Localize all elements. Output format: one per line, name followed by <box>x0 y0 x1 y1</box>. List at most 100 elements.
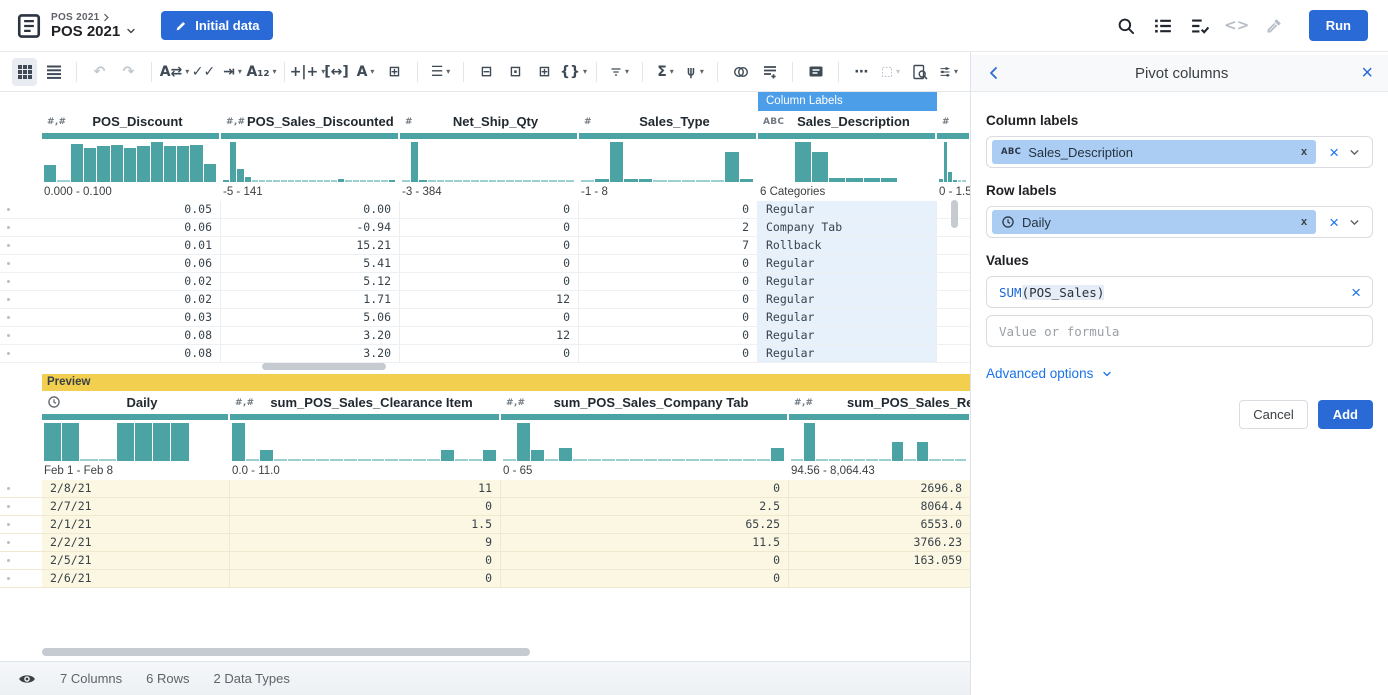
cell[interactable]: 11.5 <box>501 534 789 551</box>
cell[interactable]: 5.41 <box>221 255 400 272</box>
column-labels-chip[interactable]: ABC Sales_Description x <box>992 140 1316 164</box>
cell[interactable]: 0.03 <box>42 309 221 326</box>
values-formula-input[interactable]: SUM(POS_Sales) × <box>986 276 1373 308</box>
cell[interactable]: 2 <box>579 219 758 236</box>
cell[interactable]: 5.12 <box>221 273 400 290</box>
column-header-sum_POS_Sales_Clearance Item[interactable]: #,#sum_POS_Sales_Clearance Item0.0 - 11.… <box>230 391 501 480</box>
unpivot-columns-button[interactable]: ⊟ <box>474 58 499 86</box>
column-header-sum_POS_Sales_Company Tab[interactable]: #,#sum_POS_Sales_Company Tab0 - 65 <box>501 391 789 480</box>
row-handle[interactable] <box>0 516 42 533</box>
insert-column-button[interactable]: ⊞ <box>382 58 407 86</box>
cell[interactable]: 0 <box>579 273 758 290</box>
panel-back-button[interactable] <box>986 65 1002 81</box>
row-handle[interactable] <box>0 309 42 326</box>
format-values-button[interactable]: A▾ <box>353 58 378 86</box>
cell[interactable] <box>937 327 970 344</box>
cell[interactable]: Regular <box>758 309 937 326</box>
union-data-button[interactable] <box>728 58 753 86</box>
cell[interactable]: Regular <box>758 291 937 308</box>
cell[interactable]: 0.06 <box>42 255 221 272</box>
cell[interactable]: 3766.23 <box>789 534 970 551</box>
cell[interactable]: 0 <box>400 201 579 218</box>
row-handle[interactable] <box>0 570 42 587</box>
cell[interactable]: 0.00 <box>221 201 400 218</box>
cell[interactable]: 0 <box>501 570 789 587</box>
cell[interactable]: 1.71 <box>221 291 400 308</box>
cell[interactable] <box>937 255 970 272</box>
cell[interactable]: 2/6/21 <box>42 570 230 587</box>
cell[interactable]: 3.20 <box>221 345 400 362</box>
cell[interactable]: 0.08 <box>42 345 221 362</box>
cell[interactable]: Regular <box>758 327 937 344</box>
cell[interactable]: 1.5 <box>230 516 501 533</box>
initial-data-button[interactable]: Initial data <box>161 11 272 40</box>
cell[interactable]: Company Tab <box>758 219 937 236</box>
cell[interactable]: 2/1/21 <box>42 516 230 533</box>
cell[interactable]: 9 <box>230 534 501 551</box>
cell[interactable]: 0 <box>230 552 501 569</box>
cell[interactable]: 0.06 <box>42 219 221 236</box>
cell[interactable] <box>937 345 970 362</box>
cell[interactable]: 2/5/21 <box>42 552 230 569</box>
row-handle[interactable] <box>0 534 42 551</box>
vertical-scrollbar[interactable] <box>951 200 958 228</box>
row-handle[interactable] <box>0 291 42 308</box>
search-icon[interactable] <box>1116 16 1136 36</box>
functions-button[interactable]: {}▾ <box>561 58 586 86</box>
cell[interactable]: 0 <box>230 498 501 515</box>
cell[interactable]: Regular <box>758 345 937 362</box>
new-value-input[interactable]: Value or formula <box>986 315 1373 347</box>
cell[interactable] <box>937 309 970 326</box>
cell[interactable]: 0 <box>400 309 579 326</box>
cell[interactable]: 2/2/21 <box>42 534 230 551</box>
cell[interactable]: Rollback <box>758 237 937 254</box>
column-header-Sales_Description[interactable]: ABCSales_Description6 Categories <box>758 110 937 201</box>
cell[interactable]: 5.06 <box>221 309 400 326</box>
steps-list-icon[interactable] <box>1153 16 1173 36</box>
cell[interactable]: 0.02 <box>42 273 221 290</box>
more-options-button[interactable]: ⋯ <box>849 58 874 86</box>
cell[interactable]: 0 <box>400 219 579 236</box>
column-header-POS_Sales_Discounted[interactable]: #,#POS_Sales_Discounted-5 - 141 <box>221 110 400 201</box>
add-button[interactable]: Add <box>1318 400 1373 429</box>
cell[interactable]: 8064.4 <box>789 498 970 515</box>
cell[interactable]: 3.20 <box>221 327 400 344</box>
row-labels-chip[interactable]: Daily x <box>992 210 1316 234</box>
replace-values-button[interactable]: A⇄▾ <box>162 58 187 86</box>
cell[interactable]: 2/7/21 <box>42 498 230 515</box>
cell[interactable]: 15.21 <box>221 237 400 254</box>
view-settings-button[interactable]: ▾ <box>936 58 961 86</box>
cell[interactable] <box>937 237 970 254</box>
move-column-button[interactable]: ⇥▾ <box>220 58 245 86</box>
comments-button[interactable] <box>803 58 828 86</box>
field-chevron-down-icon[interactable] <box>1348 146 1361 159</box>
cell[interactable]: 2696.8 <box>789 480 970 497</box>
column-header-clipped[interactable]: #0 - 1.5 <box>937 110 970 201</box>
cell[interactable]: 0 <box>400 273 579 290</box>
row-handle[interactable] <box>0 201 42 218</box>
applied-steps-icon[interactable] <box>1190 16 1210 36</box>
row-labels-input[interactable]: Daily x × <box>986 206 1373 238</box>
row-handle[interactable] <box>0 255 42 272</box>
field-chevron-down-icon[interactable] <box>1348 216 1361 229</box>
column-header-POS_Discount[interactable]: #,#POS_Discount0.000 - 0.100 <box>42 110 221 201</box>
row-handle[interactable] <box>0 327 42 344</box>
cell[interactable]: 0 <box>579 255 758 272</box>
join-data-button[interactable]: ⋔▾ <box>682 58 707 86</box>
cell[interactable]: 0 <box>501 480 789 497</box>
pivot-columns-button[interactable]: ⊡ <box>503 58 528 86</box>
cell[interactable]: Regular <box>758 255 937 272</box>
cell[interactable]: 0 <box>579 345 758 362</box>
row-handle[interactable] <box>0 219 42 236</box>
cell[interactable]: Regular <box>758 273 937 290</box>
row-handle[interactable] <box>0 345 42 362</box>
clear-field-button[interactable]: × <box>1329 214 1339 231</box>
cell[interactable]: 0 <box>579 309 758 326</box>
sort-rows-button[interactable]: A₁₂▾ <box>249 58 274 86</box>
grid-view-button[interactable] <box>12 58 37 86</box>
validate-values-button[interactable]: ✓✓ <box>191 58 216 86</box>
cell[interactable]: Regular <box>758 201 937 218</box>
cell[interactable]: 65.25 <box>501 516 789 533</box>
filter-rows-button[interactable]: ▾ <box>607 58 632 86</box>
aggregate-button[interactable]: Σ▾ <box>653 58 678 86</box>
